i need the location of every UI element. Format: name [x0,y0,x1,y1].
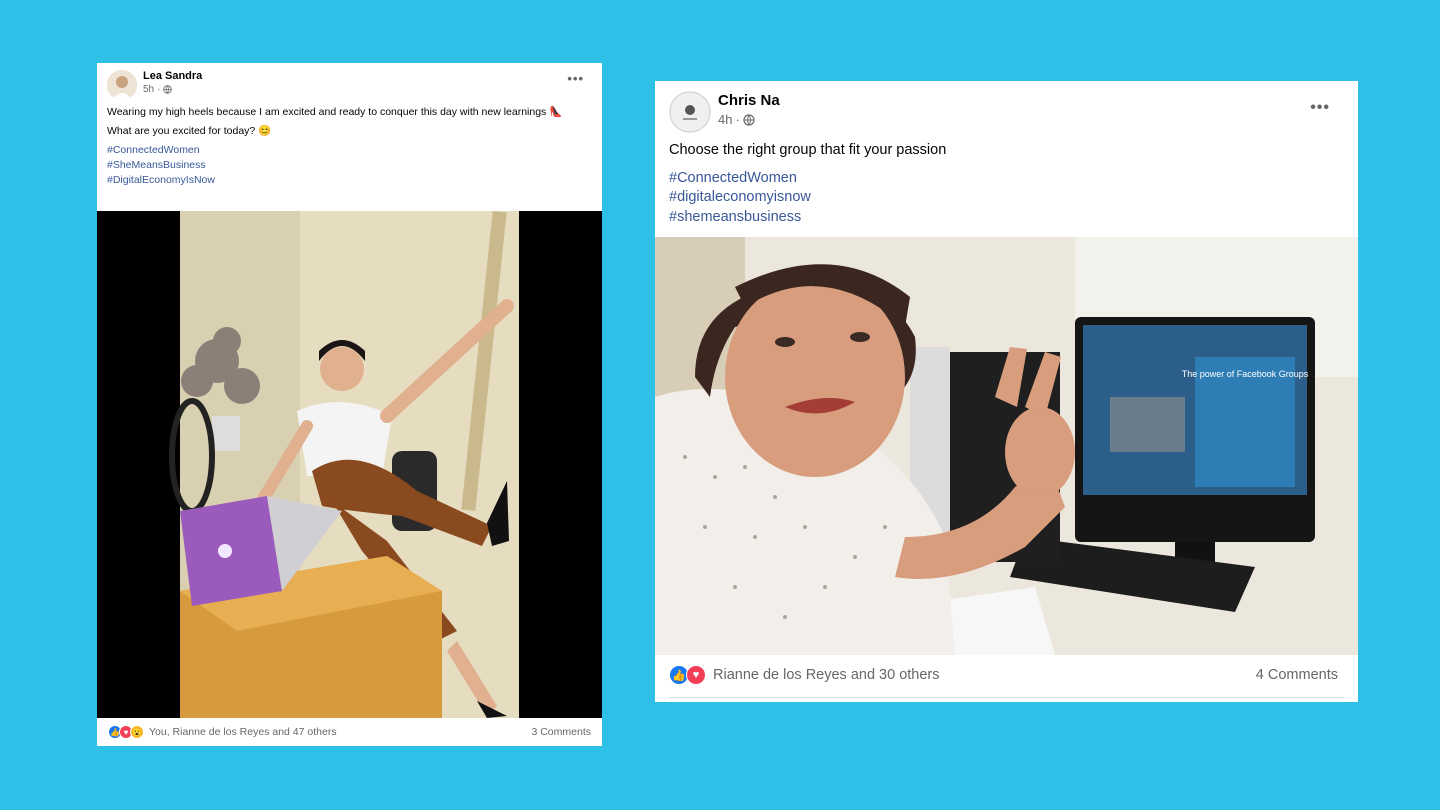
post-engagement-bar: 👍 ♥ Rianne de los Reyes and 30 others 4 … [655,665,1358,685]
reaction-icons[interactable]: 👍 ♥ 😮 [108,725,144,739]
hashtag-link[interactable]: #shemeansbusiness [669,208,1339,228]
globe-icon [163,85,173,94]
more-options-icon[interactable]: ••• [567,71,584,86]
reaction-icons[interactable]: 👍 ♥ [669,665,706,685]
monitor-screen-text: The power of Facebook Groups [1182,369,1309,379]
more-options-icon[interactable]: ••• [1310,99,1330,117]
author-name[interactable]: Chris Na [718,92,780,109]
post-body-line: What are you excited for today? 😊 [107,125,272,137]
wow-reaction-icon: 😮 [130,725,144,739]
comments-count[interactable]: 3 Comments [531,726,591,738]
photo-woman-at-desk [97,211,602,718]
post-time[interactable]: 5h [143,84,154,95]
post-meta: 4h · [718,112,755,127]
hashtag-link[interactable]: #DigitalEconomyIsNow [107,173,592,188]
post-body-line: Wearing my high heels because I am excit… [107,106,563,118]
post-body-line: Choose the right group that fit your pas… [669,142,947,158]
post-text: Choose the right group that fit your pas… [669,141,1339,227]
love-reaction-icon: ♥ [686,665,706,685]
post-photo[interactable]: The power of Facebook Groups [655,237,1358,655]
comments-count[interactable]: 4 Comments [1256,667,1338,683]
divider [669,697,1344,698]
facebook-post-chris-na: Chris Na 4h · ••• Choose the right group… [655,81,1358,702]
author-avatar[interactable] [669,91,711,133]
post-text: Wearing my high heels because I am excit… [107,105,592,188]
hashtag-link[interactable]: #digitaleconomyisnow [669,188,1339,208]
hashtag-link[interactable]: #ConnectedWomen [107,143,592,158]
reaction-names[interactable]: You, Rianne de los Reyes and 47 others [149,726,337,738]
globe-icon [743,113,755,126]
photo-woman-peace-sign: The power of Facebook Groups [655,237,1358,655]
post-meta: 5h · [143,84,173,95]
author-name[interactable]: Lea Sandra [143,70,202,82]
post-time[interactable]: 4h [718,112,732,127]
hashtag-link[interactable]: #SheMeansBusiness [107,158,592,173]
reaction-names[interactable]: Rianne de los Reyes and 30 others [713,667,940,683]
facebook-post-lea-sandra: Lea Sandra 5h · ••• Wearing my high heel… [97,63,602,746]
author-avatar[interactable] [107,70,137,100]
hashtag-link[interactable]: #ConnectedWomen [669,169,1339,189]
post-photo[interactable] [97,211,602,718]
post-engagement-bar: 👍 ♥ 😮 You, Rianne de los Reyes and 47 ot… [97,725,602,739]
